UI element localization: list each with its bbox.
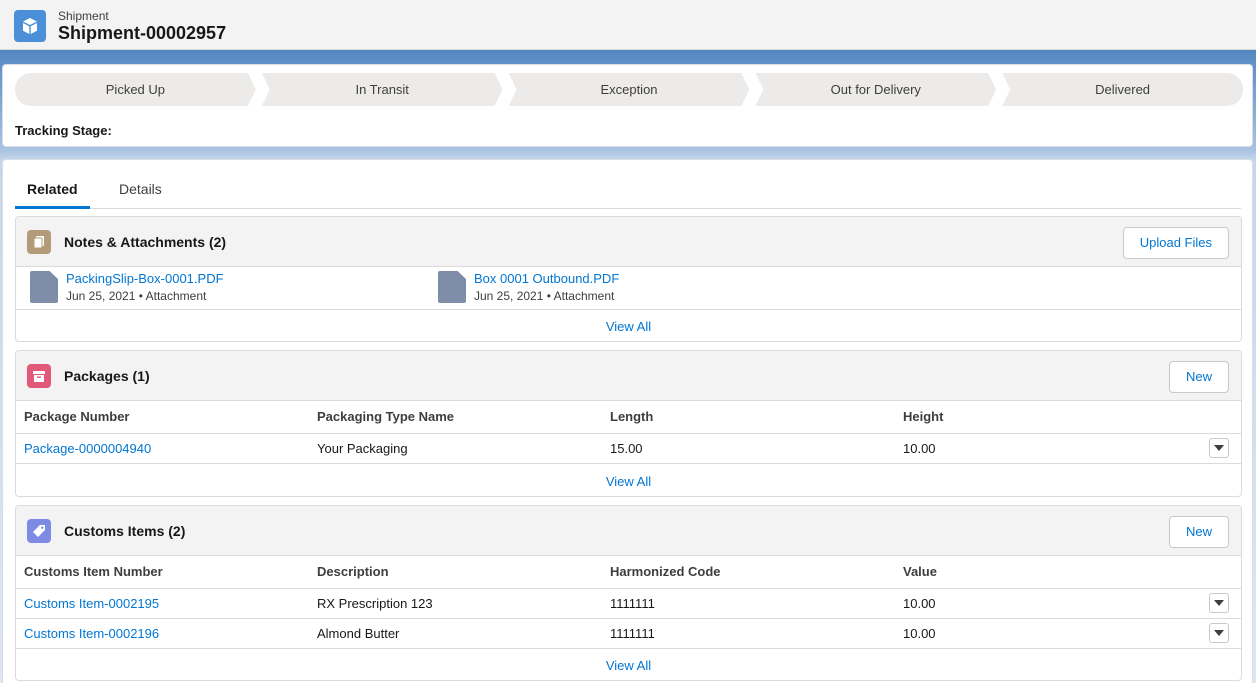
tab-related[interactable]: Related	[15, 174, 90, 209]
attachment-file-icon	[30, 271, 58, 303]
value-cell: 10.00	[895, 618, 1201, 649]
path-step-picked-up[interactable]: Picked Up	[15, 73, 256, 106]
tracking-path-card: Picked Up In Transit Exception Out for D…	[2, 64, 1253, 147]
length-cell: 15.00	[602, 433, 895, 464]
file-name-link[interactable]: PackingSlip-Box-0001.PDF	[66, 271, 224, 286]
notes-attachments-list: Notes & Attachments (2) Upload Files Pac…	[15, 216, 1242, 342]
packaging-type-cell: Your Packaging	[309, 433, 602, 464]
column-header: Package Number	[16, 401, 309, 434]
column-header: Value	[895, 556, 1201, 589]
file-name-link[interactable]: Box 0001 Outbound.PDF	[474, 271, 619, 286]
customs-items-list: Customs Items (2) New Customs Item Numbe…	[15, 505, 1242, 681]
column-header: Description	[309, 556, 602, 589]
packages-list: Packages (1) New Package Number Packagin…	[15, 350, 1242, 497]
packages-title: Packages (1)	[64, 368, 150, 384]
file-type: Attachment	[145, 289, 207, 303]
box-icon	[14, 10, 46, 42]
notes-view-all-link[interactable]: View All	[16, 319, 1241, 334]
packages-table: Package Number Packaging Type Name Lengt…	[16, 401, 1241, 464]
tracking-path: Picked Up In Transit Exception Out for D…	[15, 73, 1243, 106]
customs-item-link[interactable]: Customs Item-0002195	[24, 596, 159, 611]
path-step-in-transit[interactable]: In Transit	[262, 73, 503, 106]
path-step-exception[interactable]: Exception	[509, 73, 750, 106]
column-header: Harmonized Code	[602, 556, 895, 589]
archive-icon	[27, 364, 51, 388]
description-cell: RX Prescription 123	[309, 588, 602, 619]
divider	[16, 309, 1241, 310]
upload-files-button[interactable]: Upload Files	[1122, 227, 1229, 259]
height-cell: 10.00	[895, 433, 1201, 464]
column-header: Customs Item Number	[16, 556, 309, 589]
notes-header: Notes & Attachments (2) Upload Files	[16, 217, 1241, 267]
harmonized-code-cell: 1111111	[602, 588, 895, 619]
customs-title: Customs Items (2)	[64, 523, 186, 539]
customs-table: Customs Item Number Description Harmoniz…	[16, 556, 1241, 649]
customs-header: Customs Items (2) New	[16, 506, 1241, 556]
table-row: Package-0000004940 Your Packaging 15.00 …	[16, 433, 1241, 464]
row-actions-button[interactable]	[1209, 623, 1229, 643]
file-date: Jun 25, 2021	[474, 289, 544, 303]
chevron-down-icon	[1214, 600, 1224, 606]
packages-view-all-link[interactable]: View All	[16, 474, 1241, 489]
path-step-out-for-delivery[interactable]: Out for Delivery	[755, 73, 996, 106]
tab-bar: Related Details	[15, 174, 1241, 209]
file-date: Jun 25, 2021	[66, 289, 136, 303]
path-step-delivered[interactable]: Delivered	[1002, 73, 1243, 106]
tracking-stage-label: Tracking Stage:	[15, 123, 112, 138]
new-customs-item-button[interactable]: New	[1168, 516, 1229, 548]
table-row: Customs Item-0002196 Almond Butter 11111…	[16, 618, 1241, 649]
description-cell: Almond Butter	[309, 618, 602, 649]
notes-title: Notes & Attachments (2)	[64, 234, 227, 250]
table-header-row: Package Number Packaging Type Name Lengt…	[16, 401, 1241, 434]
column-header: Length	[602, 401, 895, 434]
tab-details[interactable]: Details	[107, 174, 174, 209]
record-header: Shipment Shipment-00002957	[0, 0, 1256, 50]
file-meta: Jun 25, 2021 • Attachment	[66, 289, 207, 303]
customs-item-link[interactable]: Customs Item-0002196	[24, 626, 159, 641]
customs-view-all-link[interactable]: View All	[16, 658, 1241, 673]
chevron-down-icon	[1214, 630, 1224, 636]
chevron-down-icon	[1214, 445, 1224, 451]
tag-icon	[27, 519, 51, 543]
row-actions-button[interactable]	[1209, 593, 1229, 613]
file-meta: Jun 25, 2021 • Attachment	[474, 289, 615, 303]
column-header: Height	[895, 401, 1201, 434]
packages-header: Packages (1) New	[16, 351, 1241, 401]
attachment-file-icon	[438, 271, 466, 303]
object-type-label: Shipment	[58, 9, 109, 23]
harmonized-code-cell: 1111111	[602, 618, 895, 649]
table-header-row: Customs Item Number Description Harmoniz…	[16, 556, 1241, 589]
document-icon	[27, 230, 51, 254]
row-actions-button[interactable]	[1209, 438, 1229, 458]
value-cell: 10.00	[895, 588, 1201, 619]
record-name: Shipment-00002957	[58, 23, 227, 43]
column-header: Packaging Type Name	[309, 401, 602, 434]
related-card: Related Details Notes & Attachments (2) …	[2, 159, 1253, 683]
new-package-button[interactable]: New	[1168, 361, 1229, 393]
table-row: Customs Item-0002195 RX Prescription 123…	[16, 588, 1241, 619]
package-number-link[interactable]: Package-0000004940	[24, 441, 151, 456]
file-type: Attachment	[553, 289, 615, 303]
